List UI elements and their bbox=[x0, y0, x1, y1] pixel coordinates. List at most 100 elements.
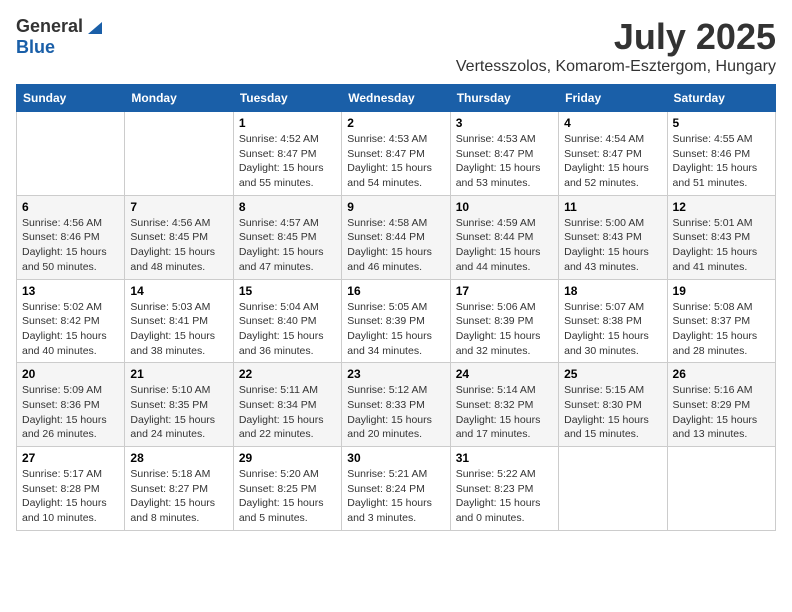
day-info: Sunrise: 5:11 AM Sunset: 8:34 PM Dayligh… bbox=[239, 383, 336, 442]
day-info: Sunrise: 5:01 AM Sunset: 8:43 PM Dayligh… bbox=[673, 216, 770, 275]
calendar-cell: 29 Sunrise: 5:20 AM Sunset: 8:25 PM Dayli… bbox=[233, 447, 341, 531]
calendar-cell: 25 Sunrise: 5:15 AM Sunset: 8:30 PM Dayli… bbox=[559, 363, 667, 447]
location: Vertesszolos, Komarom-Esztergom, Hungary bbox=[456, 58, 776, 76]
calendar-cell: 27Sunrise: 5:17 AM Sunset: 8:28 PM Dayli… bbox=[17, 447, 125, 531]
day-number: 5 bbox=[673, 116, 770, 130]
day-number: 30 bbox=[347, 451, 444, 465]
calendar-cell: 6Sunrise: 4:56 AM Sunset: 8:46 PM Daylig… bbox=[17, 195, 125, 279]
day-number: 18 bbox=[564, 284, 661, 298]
day-info: Sunrise: 5:12 AM Sunset: 8:33 PM Dayligh… bbox=[347, 383, 444, 442]
day-info: Sunrise: 5:10 AM Sunset: 8:35 PM Dayligh… bbox=[130, 383, 227, 442]
day-info: Sunrise: 4:53 AM Sunset: 8:47 PM Dayligh… bbox=[347, 132, 444, 191]
day-info: Sunrise: 5:18 AM Sunset: 8:27 PM Dayligh… bbox=[130, 467, 227, 526]
day-number: 3 bbox=[456, 116, 553, 130]
calendar-cell: 31 Sunrise: 5:22 AM Sunset: 8:23 PM Dayli… bbox=[450, 447, 558, 531]
day-number: 31 bbox=[456, 451, 553, 465]
calendar-header-tuesday: Tuesday bbox=[233, 85, 341, 112]
logo-general: General bbox=[16, 16, 83, 37]
calendar-cell: 12 Sunrise: 5:01 AM Sunset: 8:43 PM Dayli… bbox=[667, 195, 775, 279]
calendar-week-row: 13Sunrise: 5:02 AM Sunset: 8:42 PM Dayli… bbox=[17, 279, 776, 363]
calendar-header-thursday: Thursday bbox=[450, 85, 558, 112]
day-number: 24 bbox=[456, 367, 553, 381]
day-info: Sunrise: 5:22 AM Sunset: 8:23 PM Dayligh… bbox=[456, 467, 553, 526]
day-info: Sunrise: 5:16 AM Sunset: 8:29 PM Dayligh… bbox=[673, 383, 770, 442]
day-number: 16 bbox=[347, 284, 444, 298]
calendar-header-friday: Friday bbox=[559, 85, 667, 112]
calendar-cell: 9 Sunrise: 4:58 AM Sunset: 8:44 PM Daylig… bbox=[342, 195, 450, 279]
calendar-cell: 20Sunrise: 5:09 AM Sunset: 8:36 PM Dayli… bbox=[17, 363, 125, 447]
day-info: Sunrise: 4:56 AM Sunset: 8:45 PM Dayligh… bbox=[130, 216, 227, 275]
day-number: 7 bbox=[130, 200, 227, 214]
calendar-cell: 30 Sunrise: 5:21 AM Sunset: 8:24 PM Dayli… bbox=[342, 447, 450, 531]
day-info: Sunrise: 5:07 AM Sunset: 8:38 PM Dayligh… bbox=[564, 300, 661, 359]
calendar-cell: 10Sunrise: 4:59 AM Sunset: 8:44 PM Dayli… bbox=[450, 195, 558, 279]
calendar-cell: 8Sunrise: 4:57 AM Sunset: 8:45 PM Daylig… bbox=[233, 195, 341, 279]
calendar-cell bbox=[559, 447, 667, 531]
day-number: 2 bbox=[347, 116, 444, 130]
calendar-cell: 14 Sunrise: 5:03 AM Sunset: 8:41 PM Dayli… bbox=[125, 279, 233, 363]
calendar-cell: 23 Sunrise: 5:12 AM Sunset: 8:33 PM Dayli… bbox=[342, 363, 450, 447]
day-number: 12 bbox=[673, 200, 770, 214]
day-info: Sunrise: 5:21 AM Sunset: 8:24 PM Dayligh… bbox=[347, 467, 444, 526]
logo-triangle-icon bbox=[84, 18, 102, 36]
day-number: 15 bbox=[239, 284, 336, 298]
day-number: 28 bbox=[130, 451, 227, 465]
day-info: Sunrise: 5:20 AM Sunset: 8:25 PM Dayligh… bbox=[239, 467, 336, 526]
day-info: Sunrise: 4:56 AM Sunset: 8:46 PM Dayligh… bbox=[22, 216, 119, 275]
logo-blue: Blue bbox=[16, 37, 55, 57]
calendar-header-saturday: Saturday bbox=[667, 85, 775, 112]
calendar-cell: 13Sunrise: 5:02 AM Sunset: 8:42 PM Dayli… bbox=[17, 279, 125, 363]
calendar-header-sunday: Sunday bbox=[17, 85, 125, 112]
day-info: Sunrise: 5:15 AM Sunset: 8:30 PM Dayligh… bbox=[564, 383, 661, 442]
calendar-cell: 17 Sunrise: 5:06 AM Sunset: 8:39 PM Dayli… bbox=[450, 279, 558, 363]
calendar-cell: 5 Sunrise: 4:55 AM Sunset: 8:46 PM Daylig… bbox=[667, 112, 775, 196]
day-info: Sunrise: 4:52 AM Sunset: 8:47 PM Dayligh… bbox=[239, 132, 336, 191]
calendar-header-row: SundayMondayTuesdayWednesdayThursdayFrid… bbox=[17, 85, 776, 112]
calendar-cell: 7 Sunrise: 4:56 AM Sunset: 8:45 PM Daylig… bbox=[125, 195, 233, 279]
day-info: Sunrise: 4:55 AM Sunset: 8:46 PM Dayligh… bbox=[673, 132, 770, 191]
calendar-cell: 15Sunrise: 5:04 AM Sunset: 8:40 PM Dayli… bbox=[233, 279, 341, 363]
calendar-week-row: 1 Sunrise: 4:52 AM Sunset: 8:47 PM Daylig… bbox=[17, 112, 776, 196]
title-section: July 2025 Vertesszolos, Komarom-Esztergo… bbox=[456, 16, 776, 76]
calendar-cell: 28 Sunrise: 5:18 AM Sunset: 8:27 PM Dayli… bbox=[125, 447, 233, 531]
day-info: Sunrise: 5:09 AM Sunset: 8:36 PM Dayligh… bbox=[22, 383, 119, 442]
calendar-cell bbox=[667, 447, 775, 531]
day-info: Sunrise: 5:00 AM Sunset: 8:43 PM Dayligh… bbox=[564, 216, 661, 275]
calendar-header-monday: Monday bbox=[125, 85, 233, 112]
day-info: Sunrise: 5:02 AM Sunset: 8:42 PM Dayligh… bbox=[22, 300, 119, 359]
calendar-header-wednesday: Wednesday bbox=[342, 85, 450, 112]
calendar-cell: 16Sunrise: 5:05 AM Sunset: 8:39 PM Dayli… bbox=[342, 279, 450, 363]
day-number: 25 bbox=[564, 367, 661, 381]
calendar-cell bbox=[125, 112, 233, 196]
day-number: 27 bbox=[22, 451, 119, 465]
day-info: Sunrise: 5:08 AM Sunset: 8:37 PM Dayligh… bbox=[673, 300, 770, 359]
day-info: Sunrise: 5:06 AM Sunset: 8:39 PM Dayligh… bbox=[456, 300, 553, 359]
day-number: 8 bbox=[239, 200, 336, 214]
day-number: 21 bbox=[130, 367, 227, 381]
calendar-cell: 22 Sunrise: 5:11 AM Sunset: 8:34 PM Dayli… bbox=[233, 363, 341, 447]
day-info: Sunrise: 5:03 AM Sunset: 8:41 PM Dayligh… bbox=[130, 300, 227, 359]
day-number: 1 bbox=[239, 116, 336, 130]
calendar-cell: 21 Sunrise: 5:10 AM Sunset: 8:35 PM Dayli… bbox=[125, 363, 233, 447]
day-number: 26 bbox=[673, 367, 770, 381]
month-title: July 2025 bbox=[456, 16, 776, 58]
day-number: 17 bbox=[456, 284, 553, 298]
calendar-cell: 26 Sunrise: 5:16 AM Sunset: 8:29 PM Dayli… bbox=[667, 363, 775, 447]
day-number: 9 bbox=[347, 200, 444, 214]
calendar-cell: 18 Sunrise: 5:07 AM Sunset: 8:38 PM Dayli… bbox=[559, 279, 667, 363]
day-number: 22 bbox=[239, 367, 336, 381]
day-number: 4 bbox=[564, 116, 661, 130]
day-info: Sunrise: 4:58 AM Sunset: 8:44 PM Dayligh… bbox=[347, 216, 444, 275]
day-number: 11 bbox=[564, 200, 661, 214]
calendar-cell: 2 Sunrise: 4:53 AM Sunset: 8:47 PM Daylig… bbox=[342, 112, 450, 196]
day-number: 19 bbox=[673, 284, 770, 298]
day-number: 29 bbox=[239, 451, 336, 465]
calendar-cell: 24Sunrise: 5:14 AM Sunset: 8:32 PM Dayli… bbox=[450, 363, 558, 447]
logo: General Blue bbox=[16, 16, 102, 58]
day-info: Sunrise: 4:53 AM Sunset: 8:47 PM Dayligh… bbox=[456, 132, 553, 191]
calendar-cell: 19 Sunrise: 5:08 AM Sunset: 8:37 PM Dayli… bbox=[667, 279, 775, 363]
calendar-week-row: 20Sunrise: 5:09 AM Sunset: 8:36 PM Dayli… bbox=[17, 363, 776, 447]
day-number: 23 bbox=[347, 367, 444, 381]
day-number: 14 bbox=[130, 284, 227, 298]
calendar-week-row: 6Sunrise: 4:56 AM Sunset: 8:46 PM Daylig… bbox=[17, 195, 776, 279]
